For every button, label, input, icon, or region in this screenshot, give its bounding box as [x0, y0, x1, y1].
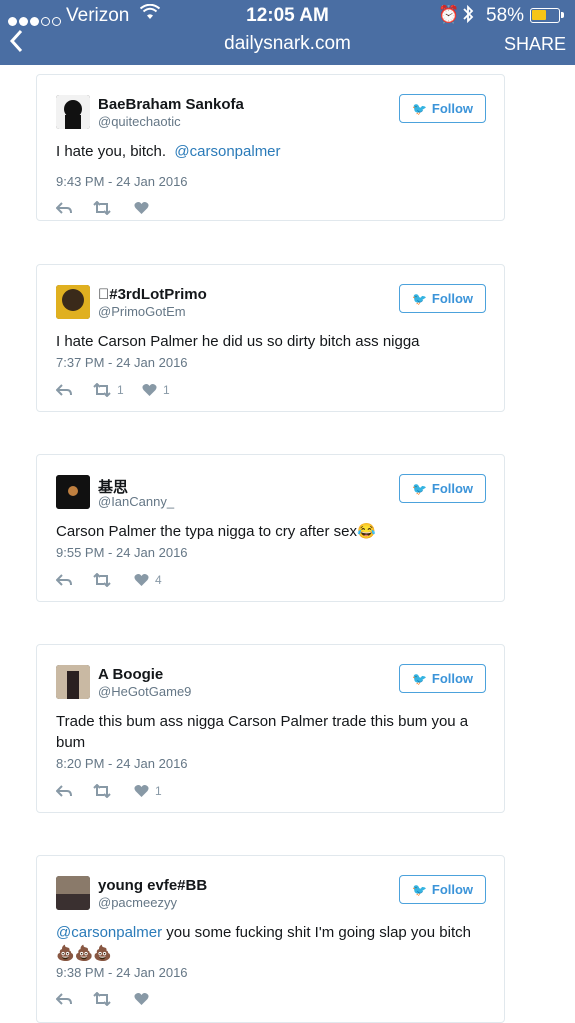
tweet-text: I hate Carson Palmer he did us so dirty …: [56, 333, 420, 350]
tweet-timestamp[interactable]: 9:38 PM - 24 Jan 2016: [56, 965, 188, 980]
like-count: 1: [155, 784, 162, 798]
retweet-icon[interactable]: [93, 201, 117, 215]
avatar[interactable]: [56, 665, 90, 699]
reply-icon[interactable]: [56, 573, 72, 587]
tweet-timestamp[interactable]: 8:20 PM - 24 Jan 2016: [56, 756, 188, 771]
tweet-card: BaeBraham Sankofa @quitechaotic 🐦 Follow …: [36, 74, 505, 221]
avatar[interactable]: [56, 876, 90, 910]
tweet-card: A Boogie @HeGotGame9 🐦 Follow Trade this …: [36, 644, 505, 813]
follow-label: Follow: [431, 671, 474, 686]
tweet-mention[interactable]: @carsonpalmer: [56, 924, 162, 941]
follow-label: Follow: [431, 481, 474, 496]
tweet-author-handle[interactable]: @PrimoGotEm: [98, 304, 186, 319]
url-display[interactable]: dailysnark.com: [0, 33, 575, 55]
reply-icon[interactable]: [56, 992, 72, 1006]
tweet-card: 基思 @IanCanny_ 🐦 Follow Carson Palmer the …: [36, 454, 505, 602]
status-bar: Verizon 12:05 AM ⏰ 58%: [0, 0, 575, 32]
like-icon[interactable]: [134, 201, 155, 215]
browser-navbar: dailysnark.com SHARE: [0, 29, 575, 64]
tweet-text: Trade this bum ass nigga Carson Palmer t…: [56, 713, 469, 751]
tweet-card: young evfe#BB @pacmeezyy 🐦 Follow @carson…: [36, 855, 505, 1023]
tweet-author-name[interactable]: young evfe#BB: [98, 877, 207, 894]
tweet-timestamp[interactable]: 7:37 PM - 24 Jan 2016: [56, 355, 188, 370]
follow-button[interactable]: 🐦 Follow: [399, 474, 486, 503]
avatar[interactable]: [56, 475, 90, 509]
tweet-card:  #3rdLotPrimo @PrimoGotEm 🐦 Follow I hate…: [36, 264, 505, 412]
tweet-timestamp[interactable]: 9:55 PM - 24 Jan 2016: [56, 545, 188, 560]
twitter-bird-icon: 🐦: [411, 882, 427, 897]
reply-icon[interactable]: [56, 383, 72, 397]
twitter-bird-icon: 🐦: [411, 671, 427, 686]
twitter-bird-icon: 🐦: [411, 101, 427, 116]
follow-button[interactable]: 🐦 Follow: [399, 94, 486, 123]
battery-level: [532, 10, 546, 20]
twitter-bird-icon: 🐦: [411, 291, 427, 306]
tweet-author-handle[interactable]: @pacmeezyy: [98, 895, 177, 910]
tweet-author-handle[interactable]: @HeGotGame9: [98, 684, 191, 699]
follow-button[interactable]: 🐦 Follow: [399, 284, 486, 313]
like-icon[interactable]: 1: [142, 383, 170, 397]
follow-label: Follow: [431, 101, 474, 116]
reply-icon[interactable]: [56, 784, 72, 798]
retweet-icon[interactable]: [93, 784, 117, 798]
follow-button[interactable]: 🐦 Follow: [399, 664, 486, 693]
reply-icon[interactable]: [56, 201, 72, 215]
tweet-timestamp[interactable]: 9:43 PM - 24 Jan 2016: [56, 174, 188, 189]
browser-header: Verizon 12:05 AM ⏰ 58% dailysnark.com SH…: [0, 0, 575, 65]
tweet-author-handle[interactable]: @quitechaotic: [98, 114, 181, 129]
tweet-author-name[interactable]:  #3rdLotPrimo: [98, 286, 207, 303]
like-icon[interactable]: 1: [134, 784, 162, 798]
avatar[interactable]: [56, 95, 90, 129]
retweet-icon[interactable]: [93, 992, 117, 1006]
like-icon[interactable]: 4: [134, 573, 162, 587]
like-count: 4: [155, 573, 162, 587]
retweet-count: 1: [117, 383, 124, 397]
tweet-text: I hate you, bitch. @carsonpalmer: [56, 141, 482, 162]
avatar[interactable]: [56, 285, 90, 319]
follow-button[interactable]: 🐦 Follow: [399, 875, 486, 904]
tweet-text: @carsonpalmer you some fucking shit I'm …: [56, 922, 482, 964]
tweet-author-name[interactable]: A Boogie: [98, 666, 163, 683]
twitter-bird-icon: 🐦: [411, 481, 427, 496]
battery-percent: 58%: [486, 5, 525, 26]
retweet-icon[interactable]: [93, 573, 117, 587]
battery-icon: [530, 8, 564, 23]
follow-label: Follow: [431, 882, 474, 897]
retweet-icon[interactable]: 1: [93, 383, 124, 397]
bluetooth-icon: [462, 4, 474, 30]
tweet-body: I hate you, bitch.: [56, 143, 167, 160]
share-button[interactable]: SHARE: [504, 34, 566, 55]
tweet-text: Carson Palmer the typa nigga to cry afte…: [56, 523, 376, 540]
tweet-author-name[interactable]: BaeBraham Sankofa: [98, 96, 244, 113]
like-count: 1: [163, 383, 170, 397]
tweet-mention[interactable]: @carsonpalmer: [174, 143, 280, 160]
tweet-author-handle[interactable]: @IanCanny_: [98, 494, 174, 509]
alarm-icon: ⏰: [438, 5, 460, 24]
like-icon[interactable]: [134, 992, 155, 1006]
follow-label: Follow: [431, 291, 474, 306]
